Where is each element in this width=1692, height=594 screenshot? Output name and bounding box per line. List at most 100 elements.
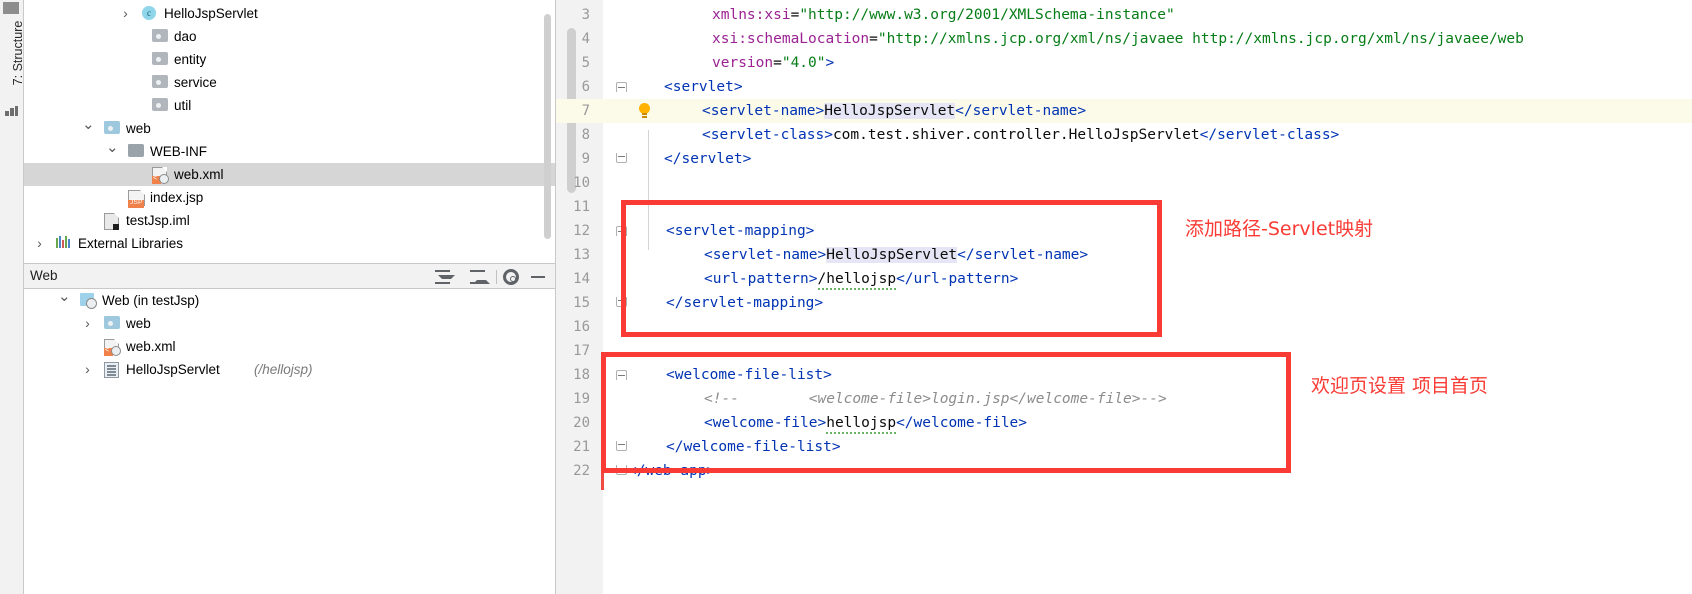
line-number: 19 — [573, 391, 590, 407]
settings-button[interactable] — [503, 269, 520, 285]
minus-icon — [531, 276, 545, 278]
chevron-right-icon[interactable]: › — [82, 358, 93, 381]
web-tree-item-label: HelloJspServlet — [126, 362, 220, 377]
code-line[interactable]: 14 <url-pattern>/hellojsp</url-pattern> — [556, 267, 1692, 291]
line-number: 9 — [581, 151, 590, 167]
code-line[interactable]: 3 xmlns:xsi="http://www.w3.org/2001/XMLSc… — [556, 3, 1692, 27]
line-number: 15 — [573, 295, 590, 311]
line-number: 7 — [581, 103, 590, 119]
project-tree-item-row[interactable]: service — [24, 71, 556, 94]
intention-bulb-icon[interactable] — [638, 103, 651, 119]
code-line[interactable]: 4 xsi:schemaLocation="http://xmlns.jcp.or… — [556, 27, 1692, 51]
code-line[interactable]: 20 <welcome-file>hellojsp</welcome-file> — [556, 411, 1692, 435]
project-tree-item-label: util — [174, 98, 192, 113]
fold-marker-top[interactable] — [616, 82, 627, 92]
code-text: <servlet-name>HelloJspServlet</servlet-n… — [702, 103, 1087, 119]
code-line[interactable]: 17 — [556, 339, 1692, 363]
project-tree-item-row[interactable]: › External Libraries — [24, 232, 556, 255]
web-tree-item-row[interactable]: ⌄ Web (in testJsp) — [24, 289, 556, 312]
code-line[interactable]: 12 <servlet-mapping> — [556, 219, 1692, 243]
code-line[interactable]: 18 <welcome-file-list> — [556, 363, 1692, 387]
vcs-change-marker[interactable] — [601, 418, 604, 442]
project-tree-item-label: index.jsp — [150, 190, 204, 205]
code-text: <url-pattern>/hellojsp</url-pattern> — [704, 267, 1018, 291]
fold-marker-bot[interactable] — [616, 153, 627, 163]
project-tree-item-row[interactable]: dao — [24, 25, 556, 48]
vcs-change-marker[interactable] — [601, 442, 604, 466]
folder-icon — [152, 29, 168, 42]
project-tree-item-label: testJsp.iml — [126, 213, 190, 228]
chevron-down-icon[interactable]: ⌄ — [106, 140, 119, 163]
project-tree-item-label: service — [174, 75, 217, 90]
project-tree-item-row[interactable]: ⌄ WEB-INF — [24, 140, 556, 163]
code-line[interactable]: 11 — [556, 195, 1692, 219]
code-editor[interactable]: 3 xmlns:xsi="http://www.w3.org/2001/XMLSc… — [556, 0, 1692, 594]
code-line[interactable]: 9 </servlet> — [556, 147, 1692, 171]
code-text: <servlet-name>HelloJspServlet</servlet-n… — [704, 247, 1089, 263]
expand-all-button[interactable] — [434, 269, 455, 285]
project-tree-item-row[interactable]: ⌄ web — [24, 117, 556, 140]
structure-bars-icon[interactable] — [5, 106, 18, 117]
line-number: 6 — [581, 79, 590, 95]
project-tree-item-row[interactable]: testJsp.iml — [24, 209, 556, 232]
fold-marker-top[interactable] — [616, 370, 627, 380]
code-line[interactable]: 22 </web-app> — [556, 459, 1692, 483]
line-number: 12 — [573, 223, 590, 239]
servlet-mapping-annotation-text: 添加路径-Servlet映射 — [1185, 218, 1374, 240]
hide-button[interactable] — [530, 269, 547, 285]
code-line[interactable]: 5 version="4.0"> — [556, 51, 1692, 75]
iml-file-icon — [104, 213, 119, 230]
gear-icon — [503, 269, 519, 285]
folder-icon — [152, 75, 168, 88]
code-text: xsi:schemaLocation="http://xmlns.jcp.org… — [712, 31, 1524, 47]
project-tree-item-row[interactable]: › c HelloJspServlet — [24, 2, 556, 25]
servlet-icon — [104, 362, 119, 378]
web-panel-header: Web — [24, 263, 556, 289]
project-tree-panel[interactable]: › c HelloJspServlet dao entity service util ⌄ we… — [24, 0, 556, 265]
line-number: 22 — [573, 463, 590, 479]
code-line[interactable]: 13 <servlet-name>HelloJspServlet</servlet… — [556, 243, 1692, 267]
code-text: </servlet> — [664, 151, 752, 167]
project-tree-item-row[interactable]: < web.xml — [24, 163, 556, 186]
web-tree-item-row[interactable]: › HelloJspServlet (/hellojsp) — [24, 358, 556, 381]
code-line[interactable]: 8 <servlet-class>com.test.shiver.controll… — [556, 123, 1692, 147]
code-line[interactable]: 19 <!-- <welcome-file>login.jsp</welcome-… — [556, 387, 1692, 411]
code-line[interactable]: 7 <servlet-name>HelloJspServlet</servlet-… — [556, 99, 1692, 123]
fold-marker-bot[interactable] — [616, 297, 627, 307]
structure-tool-window-label[interactable]: 7: Structure — [11, 13, 25, 93]
web-tree-item-label: web — [126, 316, 151, 331]
welcome-page-annotation-text: 欢迎页设置 项目首页 — [1311, 375, 1489, 397]
code-text: </welcome-file-list> — [666, 439, 841, 455]
chevron-right-icon[interactable]: › — [82, 312, 93, 335]
vcs-change-marker[interactable] — [601, 394, 604, 418]
line-number: 8 — [581, 127, 590, 143]
fold-marker-top[interactable] — [616, 226, 627, 236]
project-tree-item-row[interactable]: JSP index.jsp — [24, 186, 556, 209]
line-number: 21 — [573, 439, 590, 455]
code-line[interactable]: 15 </servlet-mapping> — [556, 291, 1692, 315]
vcs-change-marker[interactable] — [601, 370, 604, 394]
web-tree-item-row[interactable]: < web.xml — [24, 335, 556, 358]
folder-icon — [152, 98, 168, 111]
code-line[interactable]: 21 </welcome-file-list> — [556, 435, 1692, 459]
code-line[interactable]: 6 <servlet> — [556, 75, 1692, 99]
project-tree-item-row[interactable]: entity — [24, 48, 556, 71]
fold-marker-bot[interactable] — [616, 441, 627, 451]
vcs-change-marker[interactable] — [601, 466, 604, 490]
line-number: 16 — [573, 319, 590, 335]
chevron-down-icon[interactable]: ⌄ — [58, 289, 71, 312]
web-tree-item-label: web.xml — [126, 339, 176, 354]
collapse-all-button[interactable] — [469, 269, 490, 285]
code-line[interactable]: 10 — [556, 171, 1692, 195]
fold-marker-bot[interactable] — [616, 465, 627, 475]
code-text: </web-app> — [628, 463, 716, 479]
chevron-down-icon[interactable]: ⌄ — [82, 117, 95, 140]
chevron-right-icon[interactable]: › — [120, 2, 131, 25]
project-tree-item-row[interactable]: util — [24, 94, 556, 117]
jsp-file-icon: JSP — [128, 190, 145, 208]
code-line[interactable]: 16 — [556, 315, 1692, 339]
chevron-right-icon[interactable]: › — [34, 232, 45, 255]
web-tree-item-row[interactable]: › web — [24, 312, 556, 335]
web-tree-panel[interactable]: ⌄ Web (in testJsp) › web < web.xml › HelloJspSe… — [24, 289, 556, 594]
project-tree-scrollbar[interactable] — [544, 14, 551, 239]
